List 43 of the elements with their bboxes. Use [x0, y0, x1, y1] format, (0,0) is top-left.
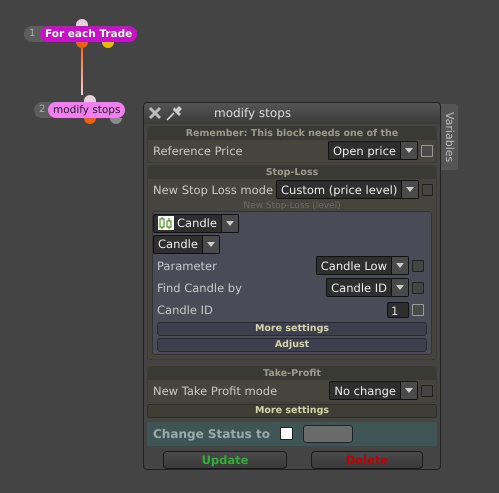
- caret-icon: [206, 242, 215, 247]
- node-label[interactable]: modify stops: [48, 102, 126, 118]
- output-port[interactable]: [110, 118, 122, 124]
- status-label: Change Status to: [153, 426, 270, 441]
- caret-icon: [226, 220, 234, 226]
- checkbox[interactable]: [412, 304, 424, 316]
- section-button[interactable]: Adjust: [157, 338, 427, 352]
- status-field[interactable]: [302, 424, 353, 443]
- close-icon[interactable]: [148, 106, 162, 120]
- field-label: New Take Profit mode: [153, 384, 278, 398]
- field-label: Find Candle by: [157, 280, 243, 295]
- dropdown[interactable]: Candle: [153, 214, 239, 233]
- output-port[interactable]: [102, 42, 114, 48]
- dropdown[interactable]: Open price: [328, 141, 418, 160]
- caret-icon: [406, 187, 414, 192]
- caret-icon: [405, 388, 413, 394]
- field-label: New Stop Loss mode: [153, 182, 274, 197]
- checkbox[interactable]: [280, 427, 293, 440]
- dropdown[interactable]: Candle: [153, 234, 220, 254]
- field-label: Candle ID: [157, 302, 214, 317]
- section-header: Take-Profit: [148, 366, 436, 380]
- output-port[interactable]: [84, 118, 96, 124]
- pin-icon[interactable]: [166, 105, 184, 122]
- node-label[interactable]: For each Trade: [40, 26, 138, 42]
- update-button[interactable]: Update: [163, 451, 287, 469]
- input-field[interactable]: 1: [387, 302, 409, 318]
- connector-line: [81, 48, 83, 95]
- more-settings-button[interactable]: More settings: [147, 404, 437, 418]
- input-port[interactable]: [76, 19, 88, 26]
- caret-icon: [405, 148, 413, 154]
- section-button[interactable]: More settings: [157, 322, 427, 336]
- window-title: modify stops: [214, 106, 292, 120]
- field-label: Parameter: [157, 258, 218, 273]
- checkbox[interactable]: [421, 144, 433, 157]
- caret-icon: [396, 263, 404, 268]
- output-port[interactable]: [76, 42, 88, 48]
- candlestick-icon: [158, 216, 174, 230]
- field-label: Reference Price: [153, 144, 244, 158]
- section-header: Stop-Loss: [148, 166, 436, 179]
- caret-icon: [396, 285, 404, 290]
- input-port[interactable]: [84, 95, 96, 102]
- variables-tab[interactable]: Variables: [441, 104, 458, 170]
- notice-text: Remember: This block needs one of the: [148, 126, 436, 140]
